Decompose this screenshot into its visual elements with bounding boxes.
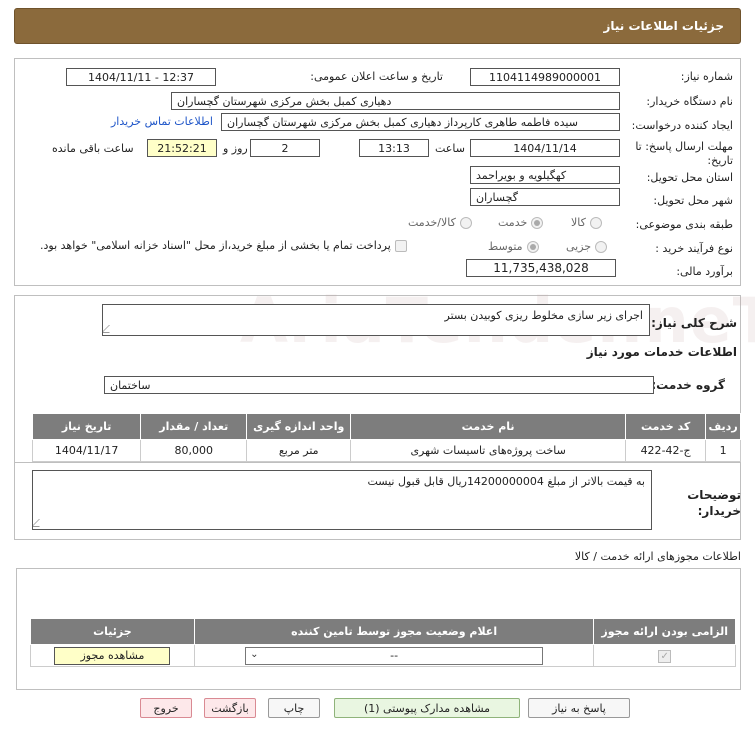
chevron-down-icon: ⌄: [250, 648, 259, 660]
summary-textarea: اجرای زیر سازی مخلوط ریزی کوبیدن بستر: [102, 304, 650, 336]
column-header: ردیف: [705, 413, 741, 440]
buyer-org-label: نام دستگاه خریدار:: [646, 95, 733, 108]
table-cell: 80,000: [140, 439, 248, 462]
process-option-minor[interactable]: جزیی: [566, 240, 608, 253]
table-cell: ✓: [593, 644, 736, 667]
table-cell: ساخت پروژه‌های تاسیسات شهری: [350, 439, 627, 462]
buyer-notes-textarea: به قیمت بالاتر از مبلغ 14200000004ریال ق…: [32, 470, 652, 530]
summary-text: اجرای زیر سازی مخلوط ریزی کوبیدن بستر: [444, 309, 643, 322]
need-number-field: 1104114989000001: [470, 68, 620, 86]
announce-date-label: تاریخ و ساعت اعلان عمومی:: [310, 70, 443, 83]
process-type-label: نوع فرآیند خرید :: [655, 242, 733, 255]
category-label: طبقه بندی موضوعی:: [635, 218, 733, 231]
column-header: واحد اندازه گیری: [246, 413, 352, 440]
page-header: جزئیات اطلاعات نیاز: [14, 8, 741, 44]
table-cell: 1404/11/17: [31, 439, 142, 462]
resize-handle-icon[interactable]: [33, 519, 47, 527]
column-header: کد خدمت: [625, 413, 707, 440]
province-field: کهگیلویه و بویراحمد: [470, 166, 620, 184]
announce-date-field: 1404/11/11 - 12:37: [66, 68, 216, 86]
category-option-goods-service[interactable]: کالا/خدمت: [408, 216, 472, 229]
need-number-label: شماره نیاز:: [680, 70, 733, 83]
creator-label: ایجاد کننده درخواست:: [631, 119, 733, 132]
column-header: جزئیات: [30, 618, 195, 645]
buyer-contact-link[interactable]: اطلاعات تماس خریدار: [111, 115, 213, 128]
table-cell: متر مربع: [246, 439, 352, 462]
buyer-notes-label: توضیحات خریدار:: [687, 488, 741, 518]
city-field: گچساران: [470, 188, 620, 206]
table-cell: -- ⌄: [193, 644, 595, 667]
required-checkbox[interactable]: ✓: [658, 649, 672, 663]
column-header: نام خدمت: [350, 413, 627, 440]
respond-button[interactable]: پاسخ به نیاز: [528, 698, 630, 718]
deadline-time-label: ساعت: [435, 142, 465, 155]
days-label: روز و: [223, 142, 248, 155]
remaining-label: ساعت باقی مانده: [52, 142, 134, 155]
buyer-org-field: دهیاری کمبل بخش مرکزی شهرستان گچساران: [171, 92, 620, 110]
budget-label: برآورد مالی:: [676, 265, 733, 278]
column-header: تاریخ نیاز: [31, 413, 142, 440]
permits-table-wrap: الزامی بودن ارائه مجوز اعلام وضعیت مجوز …: [30, 618, 736, 667]
category-option-goods[interactable]: کالا: [571, 216, 602, 229]
radio-selected-icon[interactable]: [531, 216, 544, 229]
permit-status-select[interactable]: -- ⌄: [245, 646, 544, 665]
deadline-time-field: 13:13: [359, 139, 429, 157]
summary-label: شرح کلی نیاز:: [651, 316, 737, 330]
table-row: 1 ج-42-422 ساخت پروژه‌های تاسیسات شهری م…: [31, 439, 741, 462]
services-table-wrap: ردیف کد خدمت نام خدمت واحد اندازه گیری ت…: [31, 413, 741, 462]
page-title: جزئیات اطلاعات نیاز: [603, 19, 724, 33]
services-table: ردیف کد خدمت نام خدمت واحد اندازه گیری ت…: [31, 413, 741, 462]
process-option-medium[interactable]: متوسط: [488, 240, 539, 253]
deadline-date-field: 1404/11/14: [470, 139, 620, 157]
days-remaining-field: 2: [250, 139, 320, 157]
radio-icon[interactable]: [595, 240, 608, 253]
category-option-service[interactable]: خدمت: [498, 216, 544, 229]
table-header-row: ردیف کد خدمت نام خدمت واحد اندازه گیری ت…: [31, 413, 741, 440]
deadline-label: مهلت ارسال پاسخ: تا تاریخ:: [635, 140, 733, 167]
service-group-label: گروه خدمت:: [651, 378, 725, 392]
radio-selected-icon[interactable]: [526, 240, 539, 253]
checkbox-icon[interactable]: [394, 239, 407, 252]
radio-icon[interactable]: [459, 216, 472, 229]
radio-icon[interactable]: [589, 216, 602, 229]
permits-table: الزامی بودن ارائه مجوز اعلام وضعیت مجوز …: [30, 618, 736, 667]
column-header: اعلام وضعیت مجوز توسط تامین کننده: [193, 618, 595, 645]
province-label: استان محل تحویل:: [646, 171, 733, 184]
table-cell: مشاهده مجوز: [30, 644, 195, 667]
column-header: تعداد / مقدار: [140, 413, 248, 440]
table-row: ✓ -- ⌄ مشاهده مجوز: [30, 644, 736, 667]
permits-section-title: اطلاعات مجوزهای ارائه خدمت / کالا: [574, 550, 741, 563]
services-section-title: اطلاعات خدمات مورد نیاز: [586, 345, 737, 359]
creator-field: سیده فاطمه طاهری کارپرداز دهیاری کمبل بخ…: [221, 113, 620, 131]
treasury-payment-option[interactable]: پرداخت تمام یا بخشی از مبلغ خرید،از محل …: [40, 239, 407, 252]
back-button[interactable]: بازگشت: [204, 698, 256, 718]
view-permit-button[interactable]: مشاهده مجوز: [54, 646, 171, 665]
column-header: الزامی بودن ارائه مجوز: [593, 618, 736, 645]
print-button[interactable]: چاپ: [268, 698, 320, 718]
service-group-field: ساختمان: [104, 376, 654, 394]
remaining-time-field: 21:52:21: [147, 139, 217, 157]
attachments-button[interactable]: مشاهده مدارک پیوستی (1): [334, 698, 520, 718]
city-label: شهر محل تحویل:: [653, 194, 733, 207]
exit-button[interactable]: خروج: [140, 698, 192, 718]
budget-field: 11,735,438,028: [466, 259, 616, 277]
resize-handle-icon[interactable]: [103, 325, 117, 333]
table-cell: ج-42-422: [625, 439, 707, 462]
table-header-row: الزامی بودن ارائه مجوز اعلام وضعیت مجوز …: [30, 618, 736, 645]
table-cell: 1: [705, 439, 741, 462]
buyer-notes-text: به قیمت بالاتر از مبلغ 14200000004ریال ق…: [367, 475, 645, 488]
